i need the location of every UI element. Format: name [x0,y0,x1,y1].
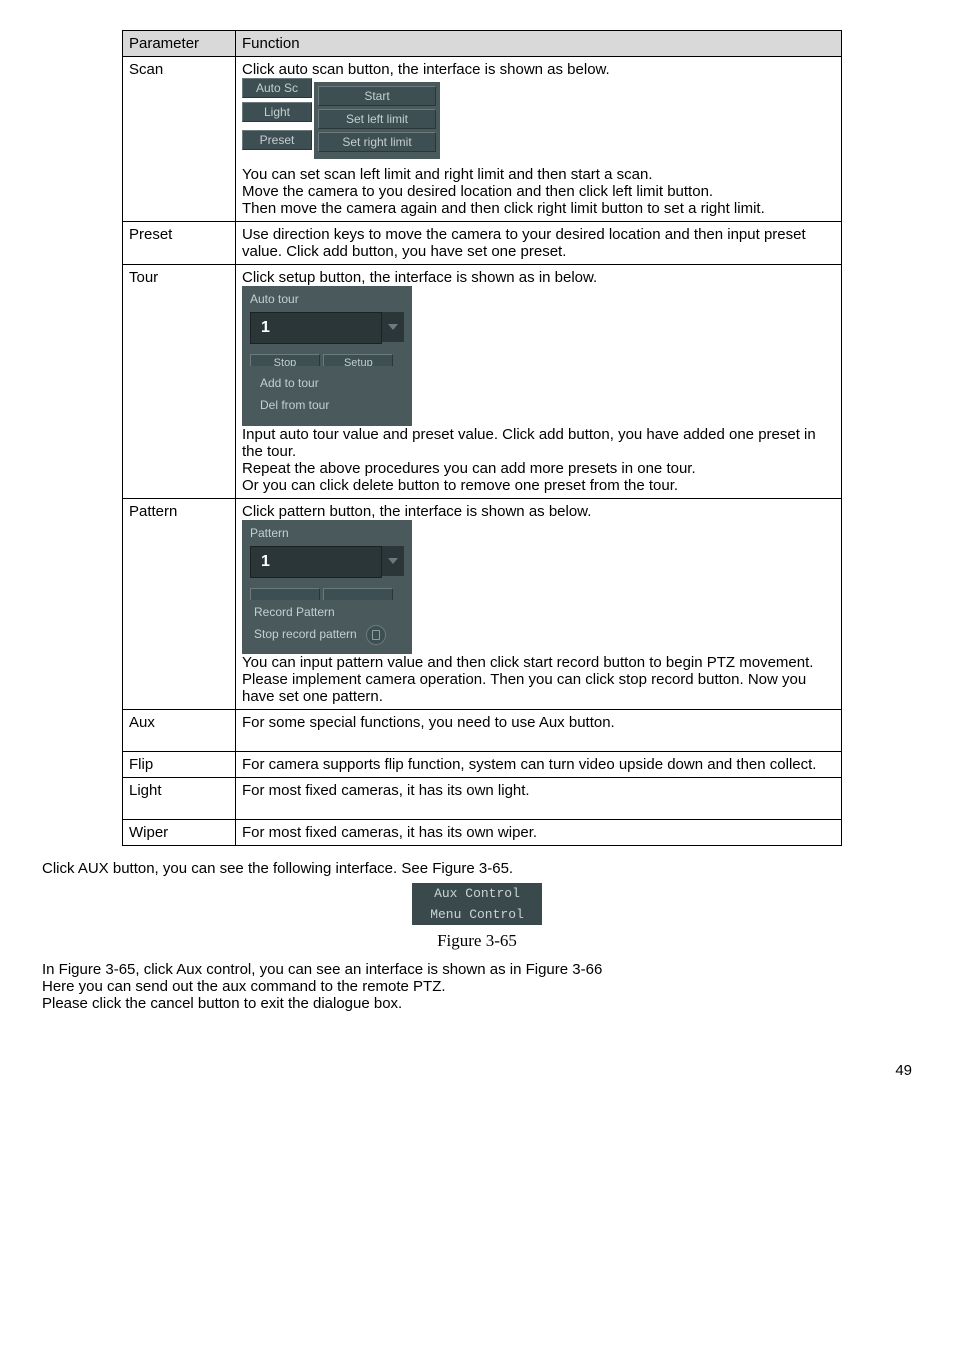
tour-ui-panel: Auto tour 1 Stop Setup Add to tour Del f… [242,286,412,426]
record-icon [366,625,386,645]
tour-text-2: Repeat the above procedures you can add … [242,460,835,477]
cell-pattern-func: Click pattern button, the interface is s… [236,499,842,710]
pattern-intro-text: Click pattern button, the interface is s… [242,503,835,520]
cell-preset-param: Preset [123,222,236,265]
body-text-4: Please click the cancel button to exit t… [42,995,912,1012]
pattern-dropdown-arrow-icon[interactable] [382,546,404,576]
parameter-table: Parameter Function Scan Click auto scan … [122,30,842,846]
cell-scan-param: Scan [123,57,236,222]
page-number: 49 [42,1062,912,1079]
body-text-aux-intro: Click AUX button, you can see the follow… [42,860,912,877]
body-text-3: Here you can send out the aux command to… [42,978,912,995]
scan-intro-text: Click auto scan button, the interface is… [242,61,835,78]
cell-wiper-param: Wiper [123,820,236,846]
header-parameter: Parameter [123,31,236,57]
figure-caption: Figure 3-65 [42,931,912,951]
menu-control-item[interactable]: Menu Control [412,904,542,925]
scan-text-1: You can set scan left limit and right li… [242,166,835,183]
cell-tour-func: Click setup button, the interface is sho… [236,265,842,499]
pattern-ui-panel: Pattern 1 Record Pattern Stop record pat… [242,520,412,654]
cell-tour-param: Tour [123,265,236,499]
light-button[interactable]: Light [242,102,312,122]
cell-aux-func: For some special functions, you need to … [236,710,842,752]
record-pattern-item[interactable]: Record Pattern [250,602,404,622]
pattern-label: Pattern [250,526,404,540]
tour-dropdown-menu: Add to tour Del from tour [250,368,376,420]
tour-setup-button-cut[interactable]: Setup [323,354,393,366]
tour-text-3: Or you can click delete button to remove… [242,477,835,494]
auto-scan-button[interactable]: Auto Sc [242,78,312,98]
pattern-half-cut-1[interactable] [250,588,320,600]
cell-flip-func: For camera supports flip function, syste… [236,752,842,778]
scan-text-3: Then move the camera again and then clic… [242,200,835,217]
body-text-2: In Figure 3-65, click Aux control, you c… [42,961,912,978]
scan-text-2: Move the camera to you desired location … [242,183,835,200]
header-function: Function [236,31,842,57]
start-button[interactable]: Start [318,86,436,106]
tour-dropdown-arrow-icon[interactable] [382,312,404,342]
cell-light-param: Light [123,778,236,820]
aux-control-item[interactable]: Aux Control [412,883,542,904]
del-from-tour-item[interactable]: Del from tour [254,394,372,416]
set-right-limit-button[interactable]: Set right limit [318,132,436,152]
cell-wiper-func: For most fixed cameras, it has its own w… [236,820,842,846]
pattern-menu: Record Pattern Stop record pattern [250,602,404,648]
auto-tour-label: Auto tour [250,292,404,306]
tour-value-input[interactable]: 1 [250,312,382,344]
pattern-text-1: You can input pattern value and then cli… [242,654,835,705]
stop-record-pattern-item[interactable]: Stop record pattern [250,622,404,648]
scan-ui-panel: Auto Sc Light Preset Start Set left limi… [242,78,447,166]
pattern-half-cut-2[interactable] [323,588,393,600]
cell-flip-param: Flip [123,752,236,778]
tour-stop-button-cut[interactable]: Stop [250,354,320,366]
cell-preset-func: Use direction keys to move the camera to… [236,222,842,265]
pattern-value-input[interactable]: 1 [250,546,382,578]
stop-record-pattern-label: Stop record pattern [254,627,357,641]
preset-button[interactable]: Preset [242,130,312,150]
cell-light-func: For most fixed cameras, it has its own l… [236,778,842,820]
tour-intro-text: Click setup button, the interface is sho… [242,269,835,286]
cell-scan-func: Click auto scan button, the interface is… [236,57,842,222]
cell-aux-param: Aux [123,710,236,752]
aux-control-panel: Aux Control Menu Control [412,883,542,925]
tour-text-1: Input auto tour value and preset value. … [242,426,835,460]
set-left-limit-button[interactable]: Set left limit [318,109,436,129]
cell-pattern-param: Pattern [123,499,236,710]
add-to-tour-item[interactable]: Add to tour [254,372,372,394]
